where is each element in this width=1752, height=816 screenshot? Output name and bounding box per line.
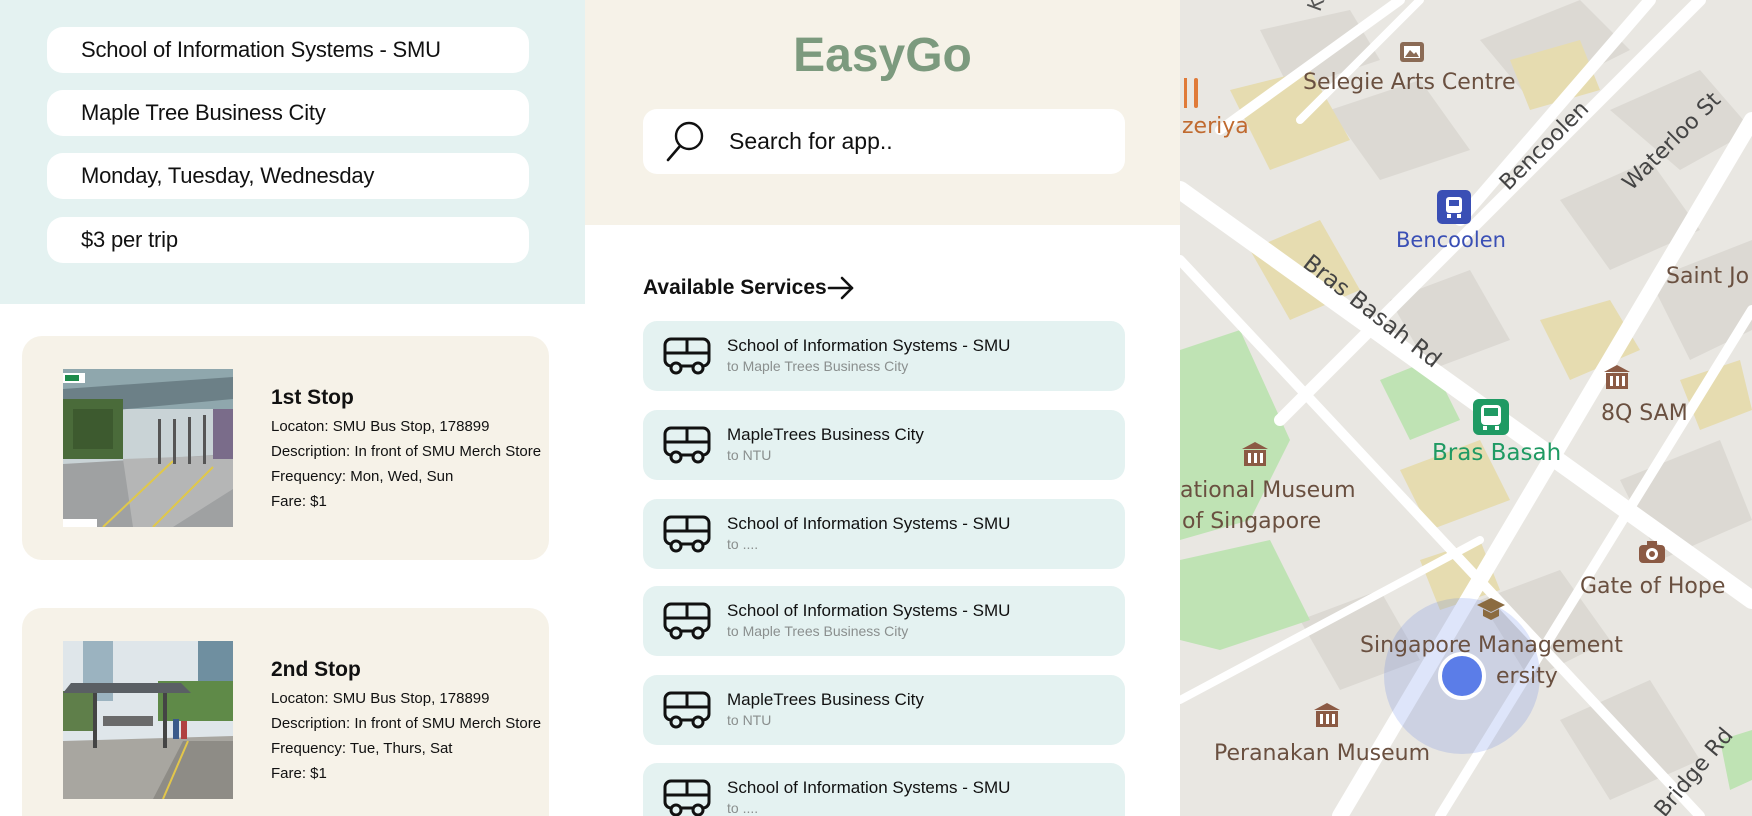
trip-summary: School of Information Systems - SMU Mapl…: [0, 0, 585, 304]
origin-field[interactable]: School of Information Systems - SMU: [47, 27, 529, 73]
stop-location: Locaton: SMU Bus Stop, 178899: [271, 690, 490, 707]
service-name: MapleTrees Business City: [727, 425, 924, 444]
bus-stop-photo: [63, 641, 233, 799]
museum-icon: [1604, 365, 1630, 389]
gallery-icon: [1400, 42, 1424, 62]
stop-card-1[interactable]: 1st Stop Locaton: SMU Bus Stop, 178899 D…: [22, 336, 549, 560]
place-label-museum: ational Museum: [1180, 478, 1356, 503]
trip-details-panel: School of Information Systems - SMU Mapl…: [0, 0, 585, 816]
service-name: School of Information Systems - SMU: [727, 514, 1011, 533]
place-label-8q-sam: 8Q SAM: [1601, 401, 1688, 426]
service-destination: to NTU: [727, 447, 772, 463]
stop-fare: Fare: $1: [271, 493, 327, 510]
destination-field[interactable]: Maple Tree Business City: [47, 90, 529, 136]
place-label-museum-2: of Singapore: [1182, 509, 1322, 534]
camera-icon: [1639, 541, 1665, 563]
service-item[interactable]: School of Information Systems - SMU to ..…: [643, 499, 1125, 569]
services-panel: EasyGo Search for app.. Available Servic…: [585, 0, 1180, 816]
museum-icon: [1242, 442, 1268, 466]
bus-icon: [663, 691, 711, 729]
museum-icon: [1314, 703, 1340, 727]
stop-frequency: Frequency: Tue, Thurs, Sat: [271, 740, 453, 757]
search-input[interactable]: Search for app..: [729, 109, 893, 174]
bus-icon: [663, 426, 711, 464]
days-field[interactable]: Monday, Tuesday, Wednesday: [47, 153, 529, 199]
place-label-smu: Singapore Management: [1360, 633, 1623, 658]
stop-location: Locaton: SMU Bus Stop, 178899: [271, 418, 490, 435]
university-icon: [1477, 598, 1505, 620]
stop-frequency: Frequency: Mon, Wed, Sun: [271, 468, 454, 485]
service-item[interactable]: School of Information Systems - SMU to Ma…: [643, 321, 1125, 391]
map-view[interactable]: Kirk Selegie Arts Centre zeriya Bencoole…: [1180, 0, 1752, 816]
price-field[interactable]: $3 per trip: [47, 217, 529, 263]
stop-description: Description: In front of SMU Merch Store: [271, 715, 542, 732]
mrt-station-icon: [1473, 399, 1509, 435]
service-item[interactable]: MapleTrees Business City to NTU: [643, 410, 1125, 480]
bus-icon: [663, 515, 711, 553]
service-name: School of Information Systems - SMU: [727, 336, 1011, 355]
service-name: School of Information Systems - SMU: [727, 778, 1011, 797]
service-destination: to Maple Trees Business City: [727, 358, 909, 374]
place-label-peranakan: Peranakan Museum: [1214, 741, 1431, 766]
place-label-restaurant: zeriya: [1182, 114, 1249, 139]
app-title: EasyGo: [793, 29, 972, 82]
station-label-bras-basah: Bras Basah: [1432, 440, 1562, 466]
bus-icon: [663, 337, 711, 375]
search-bar[interactable]: Search for app..: [643, 109, 1125, 174]
stop-title: 1st Stop: [271, 386, 354, 409]
service-destination: to ....: [727, 800, 759, 816]
place-label-gate-of-hope: Gate of Hope: [1580, 574, 1726, 599]
place-label-selegie: Selegie Arts Centre: [1303, 70, 1516, 95]
service-name: MapleTrees Business City: [727, 690, 924, 709]
stop-card-2[interactable]: 2nd Stop Locaton: SMU Bus Stop, 178899 D…: [22, 608, 549, 816]
place-label-smu-2: ersity: [1496, 664, 1558, 689]
bus-stop-photo: [63, 369, 233, 527]
service-item[interactable]: MapleTrees Business City to NTU: [643, 675, 1125, 745]
bus-station-icon: [1437, 190, 1471, 224]
search-icon[interactable]: [665, 120, 705, 164]
station-label-bencoolen: Bencoolen: [1396, 228, 1506, 252]
service-name: School of Information Systems - SMU: [727, 601, 1011, 620]
service-destination: to Maple Trees Business City: [727, 623, 909, 639]
service-item[interactable]: School of Information Systems - SMU to ..…: [643, 763, 1125, 816]
service-item[interactable]: School of Information Systems - SMU to Ma…: [643, 586, 1125, 656]
stop-description: Description: In front of SMU Merch Store: [271, 443, 542, 460]
service-destination: to ....: [727, 536, 759, 552]
stop-fare: Fare: $1: [271, 765, 327, 782]
service-destination: to NTU: [727, 712, 772, 728]
app-header: EasyGo Search for app..: [585, 0, 1180, 225]
stop-title: 2nd Stop: [271, 658, 361, 681]
arrow-right-icon[interactable]: [826, 275, 856, 301]
place-label-saint: Saint Jo: [1666, 264, 1750, 289]
restaurant-icon: [1184, 78, 1198, 108]
bus-icon: [663, 602, 711, 640]
bus-icon: [663, 779, 711, 816]
available-services-heading: Available Services: [643, 276, 827, 299]
